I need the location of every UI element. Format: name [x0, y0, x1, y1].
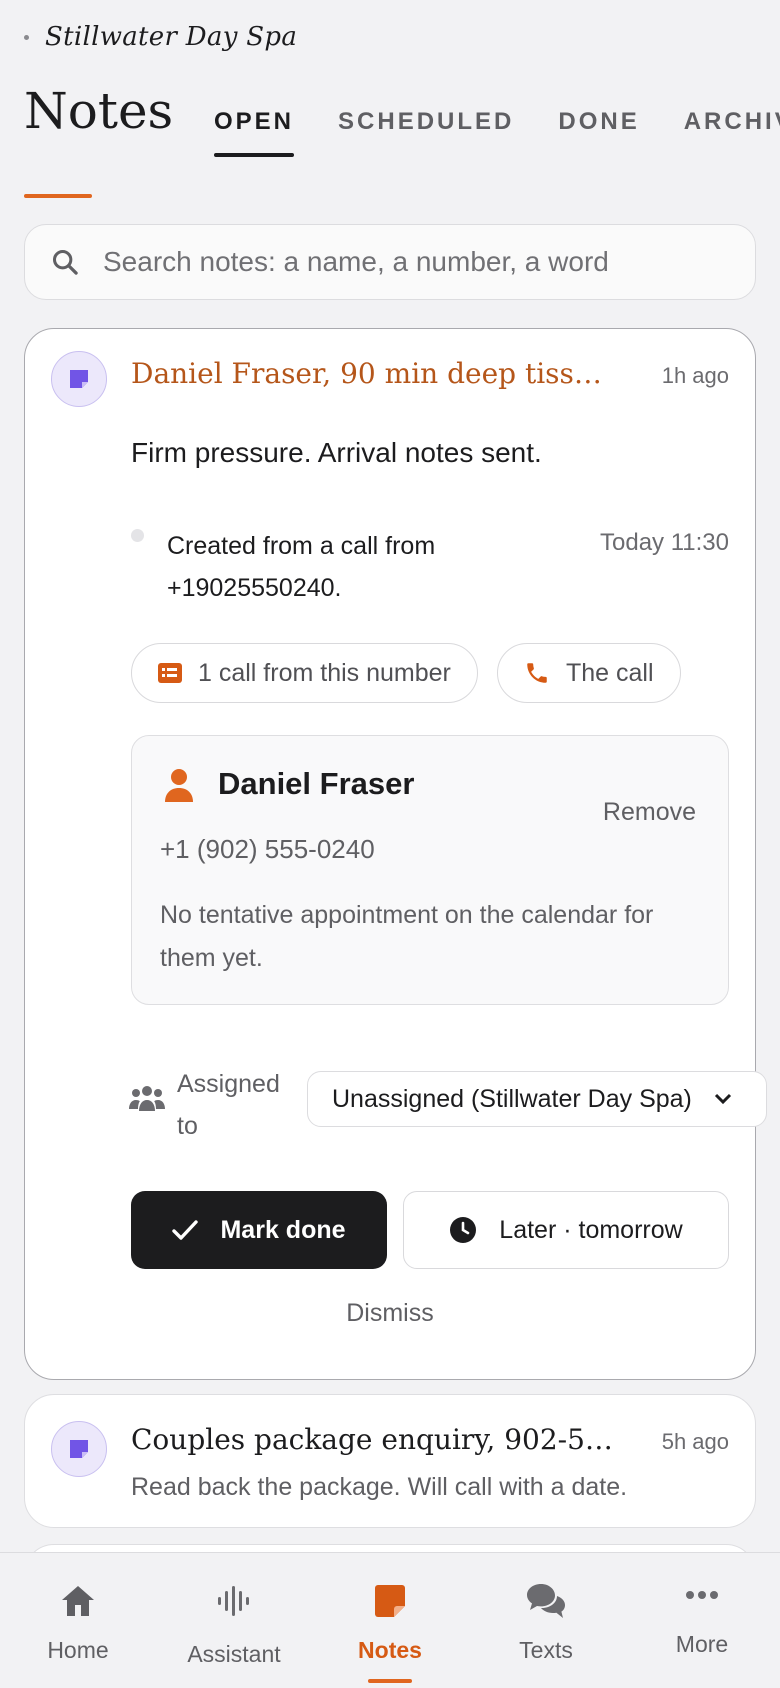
note-preview: Read back the package. Will call with a …	[131, 1473, 628, 1501]
note-type-badge	[51, 351, 107, 407]
note-title[interactable]: Daniel Fraser, 90 min deep tissue, ...	[131, 357, 617, 390]
brand-dot-icon	[24, 34, 29, 40]
clock-icon	[450, 1217, 477, 1243]
chip-label: The call	[566, 658, 654, 687]
remove-contact-button[interactable]: Remove	[603, 798, 696, 827]
assigned-label: Assigned to	[177, 1070, 280, 1140]
bottom-nav: Home Assistant Notes Texts More	[0, 1552, 780, 1688]
sticky-note-icon	[70, 370, 88, 388]
assignee-value: Unassigned (Stillwater Day Spa)	[332, 1084, 692, 1113]
nav-active-indicator	[368, 1679, 412, 1683]
search-icon	[52, 249, 78, 275]
nav-label: More	[675, 1631, 729, 1657]
nav-assistant[interactable]: Assistant	[156, 1553, 312, 1688]
chat-bubbles-icon	[525, 1581, 567, 1621]
people-group-icon	[129, 1086, 165, 1111]
title-row: Notes OPEN SCHEDULED DONE ARCHIVE	[24, 82, 780, 202]
contact-phone: +1 (902) 555-0240	[160, 834, 375, 864]
waveform-icon	[216, 1581, 252, 1621]
nav-notes[interactable]: Notes	[312, 1553, 468, 1688]
note-time: 5h ago	[661, 1429, 729, 1454]
phone-icon	[527, 663, 547, 683]
title-underline	[24, 194, 92, 198]
calls-from-number-chip[interactable]: 1 call from this number	[131, 643, 478, 703]
nav-label: Home	[47, 1637, 109, 1663]
tab-done[interactable]: DONE	[536, 108, 661, 136]
mark-done-button[interactable]: Mark done	[131, 1191, 387, 1269]
snooze-later-button[interactable]: Later · tomorrow	[403, 1191, 729, 1269]
mark-done-label: Mark done	[220, 1215, 346, 1244]
tab-scheduled[interactable]: SCHEDULED	[316, 108, 536, 136]
timeline-dot-icon	[131, 529, 144, 542]
id-card-icon	[158, 663, 182, 683]
chevron-down-icon	[714, 1093, 731, 1105]
sticky-note-icon	[70, 1440, 88, 1458]
tab-archive[interactable]: ARCHIVE	[662, 108, 780, 136]
dismiss-button[interactable]: Dismiss	[25, 1299, 755, 1328]
nav-label: Notes	[358, 1637, 422, 1663]
linked-contact: Daniel Fraser Remove +1 (902) 555-0240 N…	[131, 735, 729, 1005]
nav-home[interactable]: Home	[0, 1553, 156, 1688]
note-time: 1h ago	[661, 363, 729, 388]
chip-label: 1 call from this number	[198, 658, 451, 687]
search-input[interactable]	[103, 246, 723, 278]
page-title: Notes	[24, 82, 174, 140]
activity-text: Created from a call from +19025550240.	[167, 532, 436, 602]
more-dots-icon	[685, 1575, 719, 1615]
person-icon	[165, 769, 193, 802]
status-tabs: OPEN SCHEDULED DONE ARCHIVE	[192, 108, 780, 157]
note-icon	[373, 1581, 407, 1621]
activity-time: Today 11:30	[600, 529, 729, 556]
search-bar[interactable]	[24, 224, 756, 300]
contact-appointment-note: No tentative appointment on the calendar…	[160, 901, 654, 972]
snooze-later-label: Later · tomorrow	[499, 1215, 683, 1244]
brand-header: Stillwater Day Spa	[24, 22, 297, 52]
note-type-badge	[51, 1421, 107, 1477]
tab-open[interactable]: OPEN	[192, 108, 316, 157]
note-card[interactable]: Couples package enquiry, 902-555... 5h a…	[24, 1394, 756, 1528]
checkmark-icon	[172, 1220, 199, 1240]
the-call-chip[interactable]: The call	[497, 643, 681, 703]
nav-more[interactable]: More	[624, 1553, 780, 1688]
nav-texts[interactable]: Texts	[468, 1553, 624, 1688]
nav-label: Texts	[519, 1637, 573, 1663]
assignee-select[interactable]: Unassigned (Stillwater Day Spa)	[307, 1071, 767, 1127]
note-title[interactable]: Couples package enquiry, 902-555...	[131, 1423, 615, 1456]
home-icon	[60, 1581, 96, 1621]
brand-name: Stillwater Day Spa	[45, 22, 298, 52]
contact-name[interactable]: Daniel Fraser	[218, 766, 414, 802]
nav-label: Assistant	[187, 1641, 281, 1667]
note-card-expanded[interactable]: Daniel Fraser, 90 min deep tissue, ... 1…	[24, 328, 767, 1380]
note-summary: Firm pressure. Arrival notes sent.	[131, 437, 542, 468]
